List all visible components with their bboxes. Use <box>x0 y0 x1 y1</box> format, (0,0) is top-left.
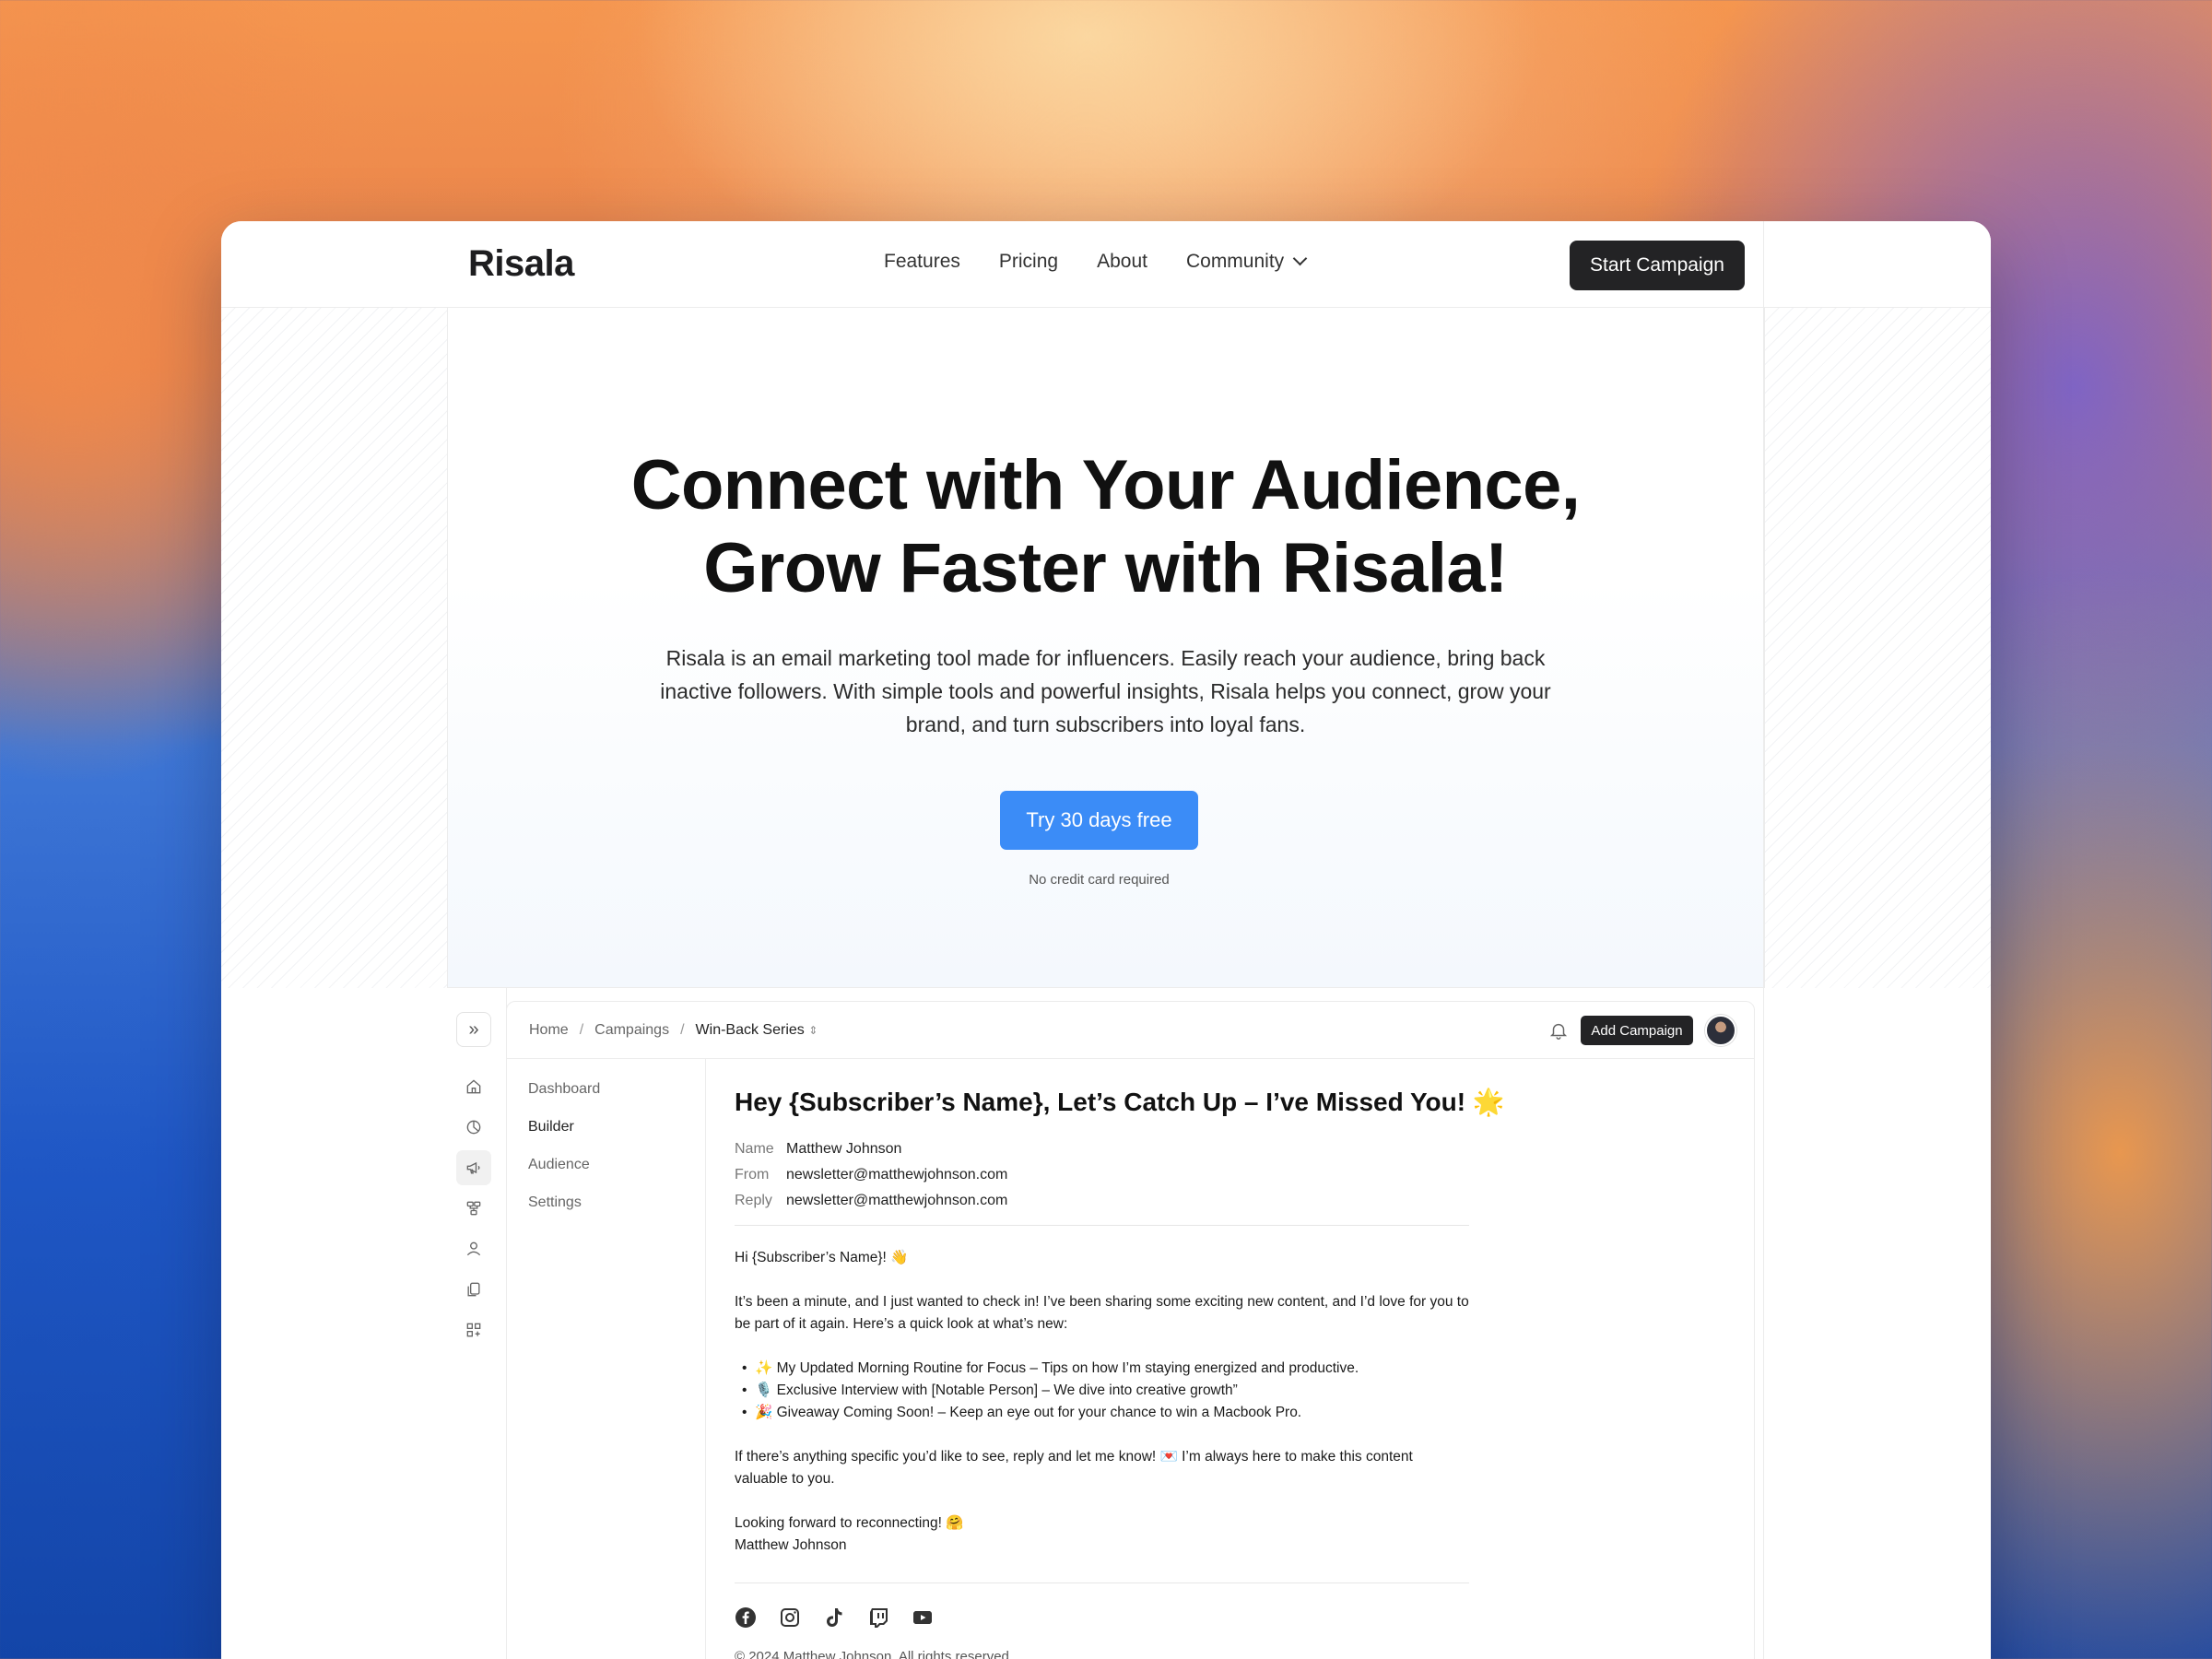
list-item: ✨ My Updated Morning Routine for Focus –… <box>742 1358 1469 1380</box>
app-topbar: Home / Campaings / Win-Back Series ⇕ Add… <box>507 1002 1754 1059</box>
email-signoff: Looking forward to reconnecting! 🤗 <box>735 1515 964 1531</box>
meta-row-name: Name Matthew Johnson <box>735 1136 1007 1162</box>
top-navigation: Risala Features Pricing About Community … <box>221 221 1991 308</box>
avatar[interactable] <box>1705 1015 1736 1046</box>
meta-row-from: From newsletter@matthewjohnson.com <box>735 1162 1007 1188</box>
list-item: 🎉 Giveaway Coming Soon! – Keep an eye ou… <box>742 1402 1469 1424</box>
breadcrumb-current-label: Win-Back Series <box>695 1022 805 1038</box>
nav-link-community-label: Community <box>1185 251 1285 272</box>
hero-description: Risala is an email marketing tool made f… <box>660 646 1551 736</box>
nav-link-about[interactable]: About <box>1097 251 1147 273</box>
nav-link-community[interactable]: Community <box>1185 251 1308 273</box>
instagram-icon[interactable] <box>779 1606 801 1629</box>
meta-label: From <box>735 1167 770 1182</box>
hero-title-line-1: Connect with Your Audience, <box>630 446 1581 524</box>
email-copyright: © 2024 Matthew Johnson. All rights reser… <box>735 1649 1014 1659</box>
subnav-dashboard[interactable]: Dashboard <box>528 1081 600 1098</box>
bell-icon[interactable] <box>1548 1020 1569 1041</box>
email-greeting: Hi {Subscriber’s Name}! 👋 <box>735 1250 909 1265</box>
hatch-pattern-right <box>1764 308 1991 988</box>
expand-sidebar-icon[interactable]: » <box>456 1012 491 1047</box>
chevron-up-down-icon: ⇕ <box>808 1024 818 1037</box>
megaphone-icon[interactable] <box>456 1150 491 1185</box>
workflow-icon[interactable] <box>456 1191 491 1226</box>
breadcrumb-home[interactable]: Home <box>529 1022 569 1039</box>
logo[interactable]: Risala <box>468 243 574 285</box>
no-credit-card-note: No credit card required <box>1029 872 1170 888</box>
breadcrumb: Home / Campaings / Win-Back Series ⇕ <box>529 1022 818 1039</box>
hatch-pattern-left <box>221 308 448 988</box>
email-subject: Hey {Subscriber’s Name}, Let’s Catch Up … <box>735 1088 1505 1116</box>
apps-add-icon[interactable] <box>456 1312 491 1347</box>
campaign-builder-panel: Home / Campaings / Win-Back Series ⇕ Add… <box>506 1001 1755 1659</box>
email-signature: Matthew Johnson <box>735 1537 847 1553</box>
builder-subnav: Dashboard Builder Audience Settings <box>507 1059 706 1659</box>
meta-value: newsletter@matthewjohnson.com <box>786 1193 1008 1208</box>
browser-window: Risala Features Pricing About Community … <box>221 221 1991 1659</box>
breadcrumb-campaigns[interactable]: Campaings <box>594 1022 669 1039</box>
twitch-icon[interactable] <box>867 1606 889 1629</box>
copy-icon[interactable] <box>456 1272 491 1307</box>
add-campaign-button[interactable]: Add Campaign <box>1581 1016 1693 1045</box>
divider <box>735 1225 1469 1226</box>
breadcrumb-separator: / <box>680 1022 685 1038</box>
facebook-icon[interactable] <box>735 1606 757 1629</box>
subnav-audience[interactable]: Audience <box>528 1157 590 1173</box>
hero-title: Connect with Your Audience, Grow Faster … <box>448 444 1763 610</box>
email-meta: Name Matthew Johnson From newsletter@matth… <box>735 1136 1007 1214</box>
list-item: 🎙️ Exclusive Interview with [Notable Per… <box>742 1380 1469 1402</box>
meta-label: Reply <box>735 1193 772 1208</box>
meta-value: newsletter@matthewjohnson.com <box>786 1167 1008 1182</box>
chart-pie-icon[interactable] <box>456 1110 491 1145</box>
email-bullet-list: ✨ My Updated Morning Routine for Focus –… <box>735 1358 1469 1424</box>
start-campaign-button[interactable]: Start Campaign <box>1570 241 1745 290</box>
youtube-icon[interactable] <box>912 1606 934 1629</box>
subnav-settings[interactable]: Settings <box>528 1194 582 1211</box>
email-closing: If there’s anything specific you’d like … <box>735 1449 1413 1487</box>
meta-value: Matthew Johnson <box>786 1141 902 1157</box>
breadcrumb-current[interactable]: Win-Back Series ⇕ <box>696 1022 818 1039</box>
social-links <box>735 1606 934 1629</box>
tiktok-icon[interactable] <box>823 1606 845 1629</box>
meta-label: Name <box>735 1141 774 1157</box>
nav-link-pricing[interactable]: Pricing <box>999 251 1058 273</box>
hero-section: Connect with Your Audience, Grow Faster … <box>448 308 1763 988</box>
nav-links: Features Pricing About Community <box>884 251 1308 273</box>
meta-row-reply: Reply newsletter@matthewjohnson.com <box>735 1188 1007 1214</box>
chevron-down-icon <box>1292 251 1308 266</box>
subnav-builder[interactable]: Builder <box>528 1119 574 1135</box>
icon-sidebar <box>456 1069 491 1353</box>
breadcrumb-separator: / <box>579 1022 584 1038</box>
column-guide-right <box>1763 221 1764 1659</box>
hero-title-line-2: Grow Faster with Risala! <box>703 529 1508 607</box>
try-free-button[interactable]: Try 30 days free <box>1000 791 1198 850</box>
user-icon[interactable] <box>456 1231 491 1266</box>
home-icon[interactable] <box>456 1069 491 1104</box>
email-intro: It’s been a minute, and I just wanted to… <box>735 1294 1469 1332</box>
email-body: Hi {Subscriber’s Name}! 👋 It’s been a mi… <box>735 1247 1469 1557</box>
nav-link-features[interactable]: Features <box>884 251 960 273</box>
